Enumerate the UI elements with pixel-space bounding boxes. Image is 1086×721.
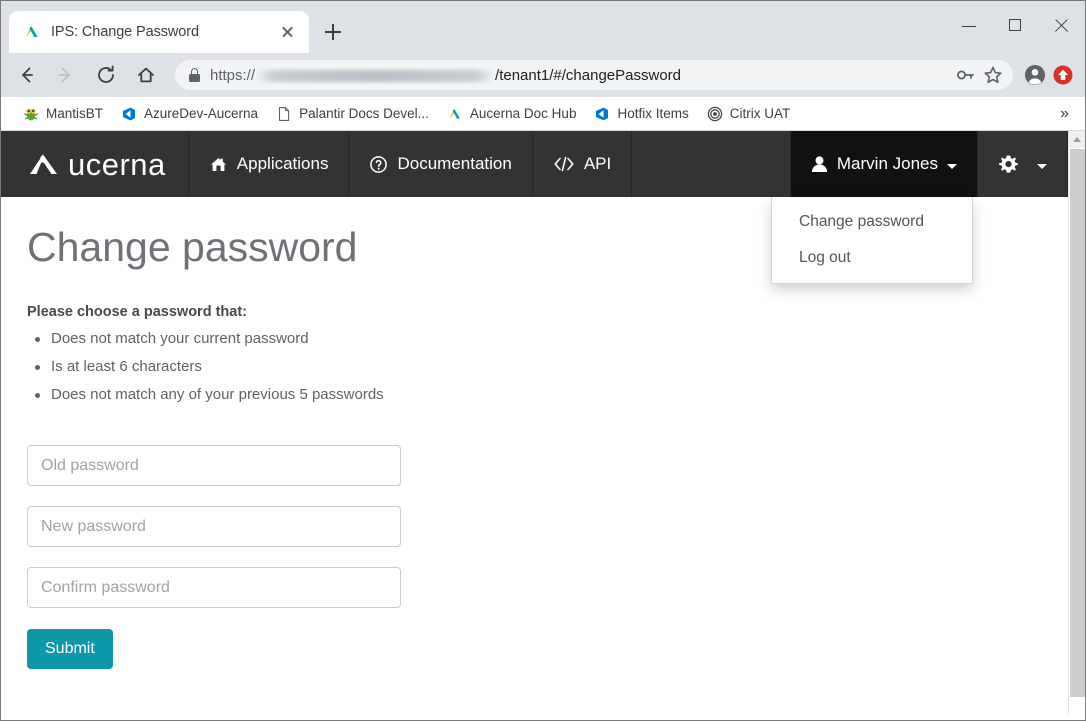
- bookmark-label: Citrix UAT: [729, 106, 791, 121]
- citrix-icon: [707, 106, 723, 122]
- bookmark-label: Aucerna Doc Hub: [469, 106, 577, 121]
- scrollbar-up-arrow-icon[interactable]: [1069, 131, 1085, 148]
- requirements-heading: Please choose a password that:: [27, 304, 247, 321]
- home-icon[interactable]: [131, 60, 161, 90]
- home-icon: [209, 155, 228, 174]
- menu-item-log-out[interactable]: Log out: [772, 240, 972, 276]
- browser-window: IPS: Change Password https:// /tenant1/#…: [0, 0, 1086, 721]
- address-bar[interactable]: https:// /tenant1/#/changePassword: [175, 60, 1013, 90]
- web-page: ucerna Applications Documentation API Ma…: [1, 131, 1068, 714]
- bookmark-palantir-docs[interactable]: Palantir Docs Devel...: [268, 101, 437, 127]
- window-minimize-icon[interactable]: [947, 1, 993, 51]
- bookmark-mantisbt[interactable]: MantisBT: [15, 101, 111, 127]
- scrollbar-thumb[interactable]: [1070, 149, 1085, 697]
- aucerna-logo-icon: [27, 149, 65, 179]
- new-tab-button[interactable]: [317, 16, 349, 48]
- browser-toolbar: https:// /tenant1/#/changePassword: [1, 53, 1085, 97]
- nav-item-label: API: [583, 154, 612, 173]
- user-dropdown-menu: Change password Log out: [771, 197, 973, 284]
- bookmark-hotfix-items[interactable]: Hotfix Items: [586, 101, 696, 127]
- aucerna-a-icon: [23, 23, 41, 41]
- address-bar-url: https:// /tenant1/#/changePassword: [210, 67, 681, 84]
- reload-icon[interactable]: [91, 60, 121, 90]
- nav-item-label: Documentation: [397, 154, 512, 173]
- update-available-icon[interactable]: [1049, 61, 1077, 89]
- navbar-spacer: [632, 131, 791, 197]
- window-maximize-icon[interactable]: [993, 1, 1039, 51]
- chevron-down-icon: [1037, 163, 1047, 169]
- requirement-item: Does not match any of your previous 5 pa…: [35, 386, 1042, 403]
- bookmarks-bar: MantisBT AzureDev-Aucerna Palantir Docs …: [1, 97, 1085, 131]
- confirm-password-input[interactable]: [27, 567, 401, 609]
- profile-avatar-icon[interactable]: [1021, 61, 1049, 89]
- url-path: /tenant1/#/changePassword: [495, 66, 681, 84]
- page-viewport: ucerna Applications Documentation API Ma…: [1, 131, 1085, 714]
- aucerna-a-icon: [447, 106, 463, 122]
- forward-arrow-icon: [51, 60, 81, 90]
- tab-close-icon[interactable]: [275, 20, 299, 44]
- bookmark-azuredev-aucerna[interactable]: AzureDev-Aucerna: [113, 101, 266, 127]
- user-icon: [811, 155, 828, 173]
- bookmark-aucerna-doc-hub[interactable]: Aucerna Doc Hub: [439, 101, 585, 127]
- browser-tab-active[interactable]: IPS: Change Password: [9, 11, 309, 53]
- bookmark-label: AzureDev-Aucerna: [144, 106, 259, 121]
- nav-item-documentation[interactable]: Documentation: [349, 131, 533, 197]
- back-arrow-icon[interactable]: [11, 60, 41, 90]
- tab-strip: IPS: Change Password: [1, 1, 1085, 53]
- address-bar-actions: [951, 61, 1007, 89]
- change-password-form: Submit: [27, 445, 1042, 670]
- browser-chrome: IPS: Change Password https:// /tenant1/#…: [1, 1, 1085, 131]
- chevron-down-icon: [947, 163, 957, 169]
- brand-logo[interactable]: ucerna: [1, 131, 189, 197]
- window-close-icon[interactable]: [1039, 1, 1085, 51]
- requirement-item: Does not match your current password: [35, 330, 1042, 347]
- user-menu-label: Marvin Jones: [836, 154, 938, 173]
- requirement-item: Is at least 6 characters: [35, 358, 1042, 375]
- url-redacted-host: [256, 70, 495, 82]
- code-brackets-icon: [553, 155, 575, 173]
- menu-item-change-password[interactable]: Change password: [772, 204, 972, 240]
- document-icon: [276, 106, 292, 122]
- nav-item-api[interactable]: API: [533, 131, 633, 197]
- bookmark-citrix-uat[interactable]: Citrix UAT: [699, 101, 799, 127]
- new-password-input[interactable]: [27, 506, 401, 548]
- app-navbar: ucerna Applications Documentation API Ma…: [1, 131, 1068, 284]
- settings-menu-button[interactable]: [978, 131, 1068, 197]
- url-scheme: https://: [210, 66, 256, 84]
- window-controls: [947, 1, 1085, 51]
- azure-devops-icon: [121, 106, 137, 122]
- password-requirements-list: Does not match your current password Is …: [27, 330, 1042, 403]
- question-circle-icon: [369, 155, 388, 174]
- toolbar-right-actions: [1021, 61, 1077, 89]
- page-scrollbar[interactable]: [1068, 131, 1085, 714]
- star-icon[interactable]: [979, 61, 1007, 89]
- bookmark-label: MantisBT: [46, 106, 104, 121]
- key-icon[interactable]: [951, 61, 979, 89]
- brand-name: ucerna: [68, 146, 166, 182]
- lock-icon: [189, 68, 200, 82]
- tab-title: IPS: Change Password: [51, 24, 199, 40]
- bookmark-label: Palantir Docs Devel...: [299, 106, 429, 121]
- bookmarks-overflow-button[interactable]: »: [1052, 105, 1077, 123]
- nav-item-applications[interactable]: Applications: [189, 131, 350, 197]
- old-password-input[interactable]: [27, 445, 401, 487]
- gear-icon: [998, 154, 1019, 175]
- mantisbt-icon: [23, 106, 39, 122]
- bookmark-label: Hotfix Items: [617, 106, 689, 121]
- azure-devops-icon: [594, 106, 610, 122]
- nav-item-label: Applications: [236, 154, 329, 173]
- user-menu-button[interactable]: Marvin Jones: [790, 131, 978, 197]
- submit-button[interactable]: Submit: [27, 629, 113, 670]
